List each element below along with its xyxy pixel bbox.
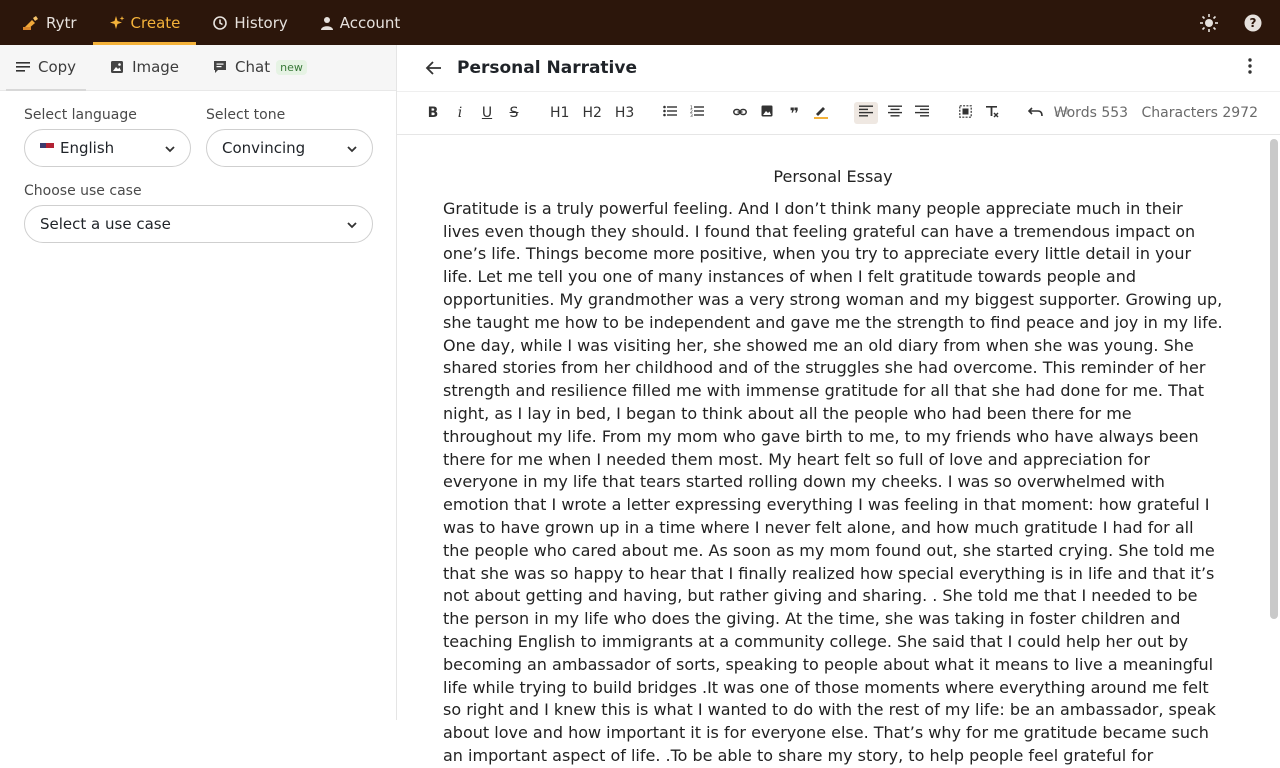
heading1-button[interactable]: H1 <box>547 102 572 124</box>
nav-create[interactable]: Create <box>92 0 197 45</box>
sparkle-icon <box>109 15 125 31</box>
character-count: Characters 2972 <box>1141 105 1259 121</box>
tone-value: Convincing <box>222 139 306 157</box>
link-icon <box>733 105 748 121</box>
quote-button[interactable]: ❞ <box>784 102 804 124</box>
usecase-select[interactable]: Select a use case <box>24 205 373 243</box>
language-select[interactable]: English <box>24 129 191 167</box>
align-left-icon <box>859 105 874 121</box>
highlight-button[interactable] <box>811 102 831 124</box>
back-arrow-icon[interactable] <box>425 60 443 76</box>
tone-select[interactable]: Convincing <box>206 129 373 167</box>
tab-chat[interactable]: Chat new <box>203 44 317 90</box>
quote-icon: ❞ <box>789 103 799 123</box>
left-panel: Copy Image Chat new Select language Engl… <box>0 45 397 720</box>
tone-label: Select tone <box>206 107 286 123</box>
document-header: Personal Narrative <box>397 45 1280 91</box>
strikethrough-button[interactable]: S <box>504 102 524 124</box>
svg-text:3: 3 <box>690 113 693 117</box>
usecase-label: Choose use case <box>24 183 142 199</box>
clear-format-icon <box>985 105 999 122</box>
nav-right-actions: ? <box>1192 0 1280 45</box>
essay-body[interactable]: Gratitude is a truly powerful feeling. A… <box>443 198 1223 768</box>
bold-button[interactable]: B <box>423 102 443 124</box>
nav-account-label: Account <box>339 13 401 32</box>
svg-text:?: ? <box>1250 16 1257 30</box>
essay-title[interactable]: Personal Essay <box>443 166 1223 189</box>
align-right-button[interactable] <box>912 102 932 124</box>
numbered-list-icon: 123 <box>690 105 705 121</box>
history-icon <box>212 15 228 31</box>
strikethrough-icon: S <box>509 105 519 121</box>
insert-image-button[interactable] <box>757 102 777 124</box>
numbered-list-button[interactable]: 123 <box>687 102 707 124</box>
align-left-button[interactable] <box>854 102 879 124</box>
new-badge: new <box>276 59 307 75</box>
word-character-count: Words 553 Characters 2972 <box>1046 105 1258 121</box>
link-button[interactable] <box>730 102 750 124</box>
align-center-icon <box>888 105 903 121</box>
language-value: English <box>60 139 115 157</box>
left-tabs: Copy Image Chat new <box>0 45 396 91</box>
top-navigation: Rytr Create History Account ? <box>0 0 1280 45</box>
chevron-down-icon <box>346 139 358 157</box>
chat-icon <box>213 60 227 74</box>
help-icon[interactable]: ? <box>1236 6 1270 40</box>
select-all-button[interactable] <box>955 102 975 124</box>
tab-image-label: Image <box>132 58 180 76</box>
hand-writing-icon <box>22 15 40 31</box>
undo-button[interactable] <box>1025 102 1045 124</box>
lines-icon <box>16 61 30 73</box>
image-icon <box>110 60 124 74</box>
heading3-button[interactable]: H3 <box>612 102 637 124</box>
formatting-toolbar: B i U S H1 H2 H3 123 ❞ Words 553 Charact… <box>397 91 1280 135</box>
brand-logo[interactable]: Rytr <box>0 0 93 45</box>
usecase-placeholder: Select a use case <box>40 215 171 233</box>
bullet-list-icon <box>663 105 678 121</box>
editor-scrollbar[interactable] <box>1270 139 1278 619</box>
language-select-value-wrap: English <box>40 139 164 157</box>
user-icon <box>320 16 334 30</box>
nav-account[interactable]: Account <box>304 0 417 45</box>
theme-toggle-sun-icon[interactable] <box>1192 6 1226 40</box>
pen-highlight-icon <box>813 103 829 123</box>
editor-panel: Personal Narrative B i U S H1 H2 H3 123 … <box>397 45 1280 765</box>
align-right-icon <box>915 105 930 121</box>
document-title[interactable]: Personal Narrative <box>457 58 637 78</box>
us-flag-icon <box>40 143 54 153</box>
tab-copy-label: Copy <box>38 58 77 76</box>
image-icon <box>761 105 773 121</box>
select-all-icon <box>959 104 972 122</box>
nav-history[interactable]: History <box>196 0 303 45</box>
undo-icon <box>1027 105 1043 121</box>
word-count: Words 553 <box>1053 105 1129 121</box>
clear-format-button[interactable] <box>982 102 1002 124</box>
underline-button[interactable]: U <box>477 102 497 124</box>
editor-content[interactable]: Personal Essay Gratitude is a truly powe… <box>443 166 1223 768</box>
align-center-button[interactable] <box>885 102 905 124</box>
chevron-down-icon <box>164 139 176 157</box>
underline-icon: U <box>481 105 493 121</box>
tab-chat-label: Chat <box>235 58 271 76</box>
tab-copy[interactable]: Copy <box>6 44 87 91</box>
nav-history-label: History <box>234 13 288 32</box>
more-options-icon[interactable] <box>1248 57 1252 79</box>
language-label: Select language <box>24 107 137 123</box>
bullet-list-button[interactable] <box>660 102 680 124</box>
chevron-down-icon <box>346 215 358 233</box>
bold-icon: B <box>427 105 439 121</box>
heading2-button[interactable]: H2 <box>579 102 604 124</box>
italic-icon: i <box>457 105 463 121</box>
brand-name: Rytr <box>46 13 77 32</box>
tab-image[interactable]: Image <box>100 44 189 90</box>
nav-create-label: Create <box>130 13 181 32</box>
italic-button[interactable]: i <box>450 102 470 124</box>
